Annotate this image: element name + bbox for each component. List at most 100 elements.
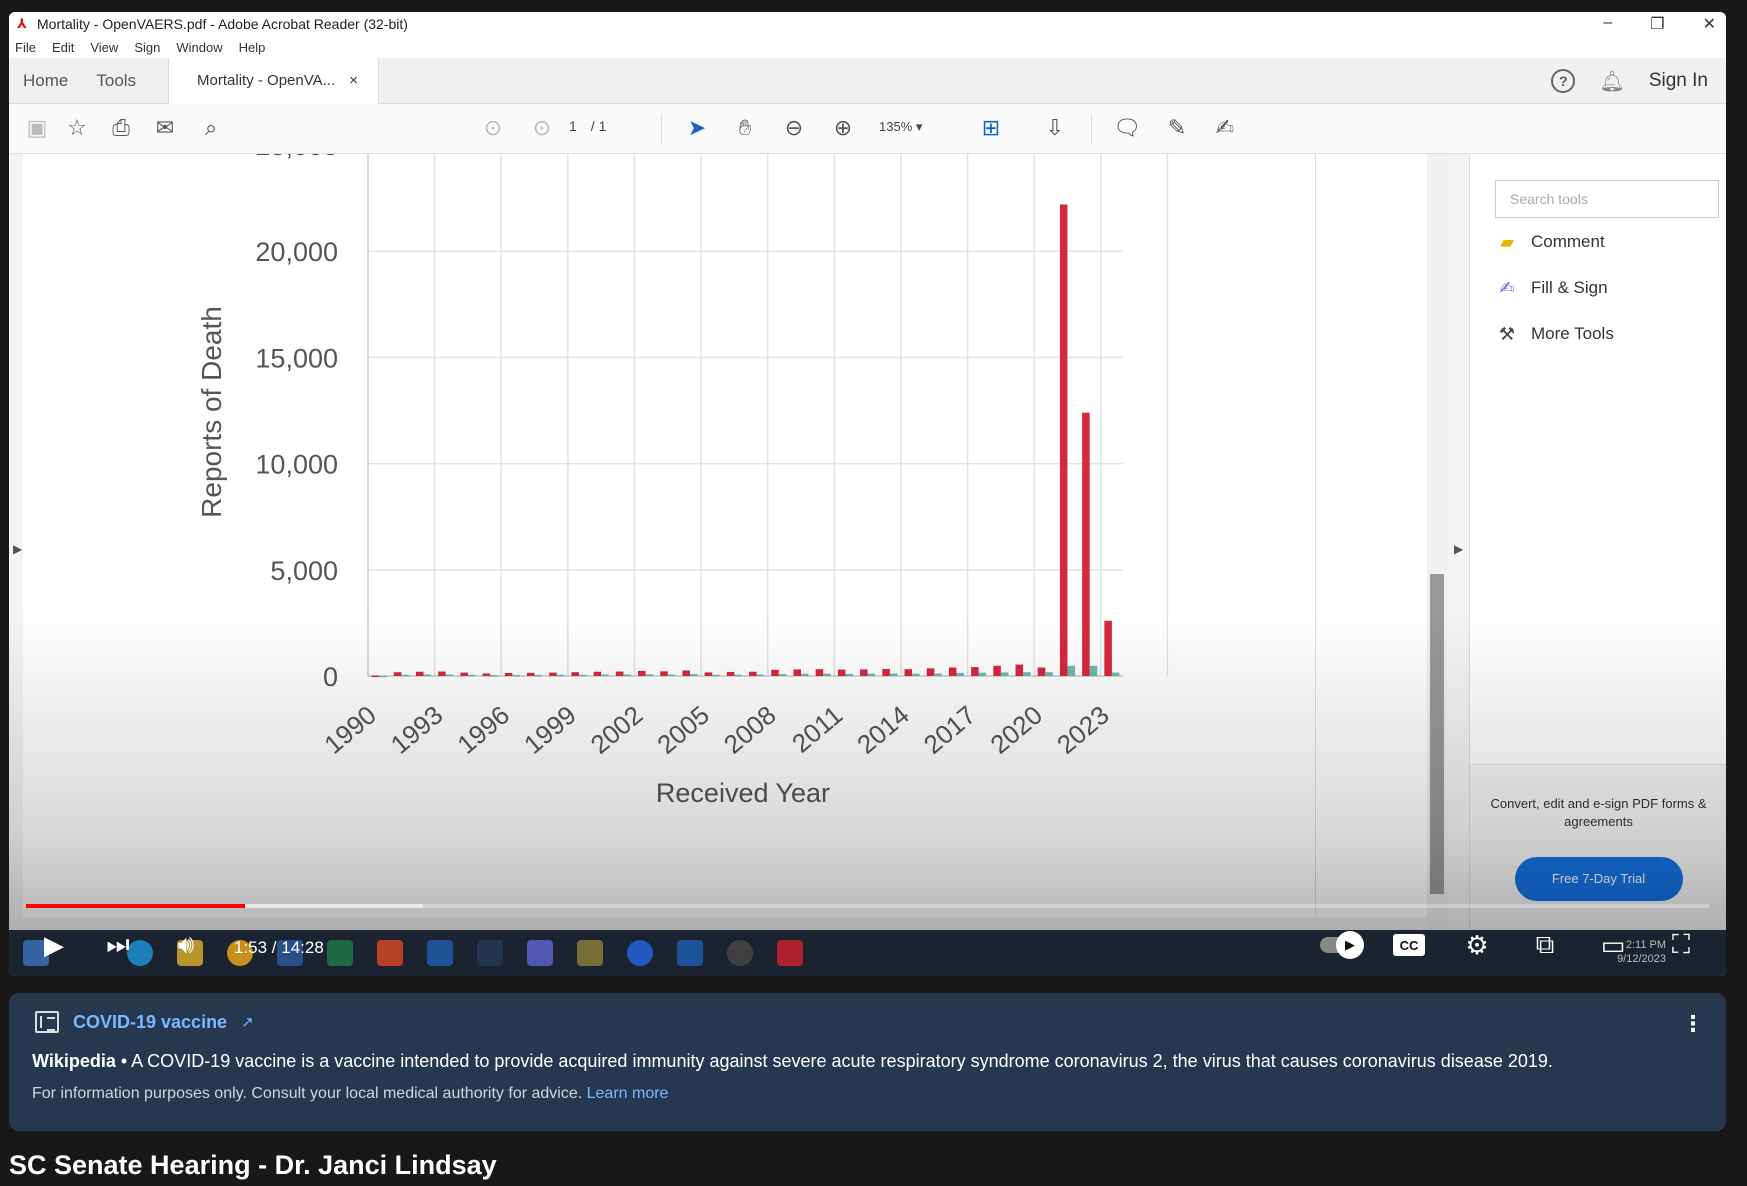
autoplay-toggle[interactable]: ▶ — [1315, 928, 1365, 962]
menu-sign[interactable]: Sign — [134, 40, 160, 55]
restore-icon[interactable]: ❐ — [1650, 14, 1664, 34]
tab-close-icon[interactable]: × — [349, 72, 358, 89]
tab-tools[interactable]: Tools — [82, 58, 150, 104]
bar-red — [837, 669, 846, 676]
menu-edit[interactable]: Edit — [52, 40, 74, 55]
left-panel-toggle-icon[interactable]: ▶ — [13, 542, 22, 556]
bar-teal — [1111, 672, 1120, 676]
captions-button[interactable]: CC — [1389, 928, 1429, 962]
bar-teal — [712, 674, 720, 677]
zoom-level-value: 135% — [879, 119, 913, 134]
right-panel-toggle-icon[interactable]: ▶ — [1454, 542, 1463, 556]
learn-more-link[interactable]: Learn more — [587, 1085, 669, 1102]
toolbar-divider — [1091, 114, 1092, 144]
tab-home[interactable]: Home — [9, 58, 82, 104]
select-cursor-icon[interactable]: ➤ — [681, 112, 713, 144]
next-page-icon[interactable]: ⊙ — [526, 112, 558, 144]
info-summary-text: • A COVID-19 vaccine is a vaccine intend… — [115, 1051, 1553, 1071]
page-number-input[interactable]: 1 — [569, 118, 577, 134]
cc-icon: CC — [1393, 934, 1425, 956]
miniplayer-icon[interactable]: ⧉ — [1525, 928, 1565, 962]
bell-icon[interactable]: 🔔︎ — [1599, 69, 1624, 94]
help-icon[interactable]: ? — [1551, 69, 1576, 93]
bar-red — [1037, 667, 1046, 676]
sign-icon[interactable]: ✍︎ — [1209, 112, 1241, 144]
bookmark-star-icon[interactable]: ☆ — [61, 112, 93, 144]
bar-red — [371, 675, 380, 678]
sign-in-button[interactable]: Sign In — [1649, 70, 1708, 92]
bar-teal — [601, 674, 609, 677]
find-icon[interactable]: ⌕ — [195, 112, 227, 144]
bar-teal — [490, 675, 498, 677]
bar-teal — [1045, 672, 1053, 676]
acrobat-titlebar: ⅄ Mortality - OpenVAERS.pdf - Adobe Acro… — [9, 12, 1726, 36]
external-link-icon[interactable]: ↗ — [241, 1013, 254, 1031]
y-tick-label: 20,000 — [255, 237, 338, 267]
bar-red — [860, 669, 868, 676]
bar-teal — [912, 673, 920, 676]
email-icon[interactable]: ✉ — [149, 112, 181, 144]
info-source: Wikipedia — [32, 1051, 116, 1071]
page-fit-icon[interactable]: ⊞ — [975, 112, 1007, 144]
scroll-mode-icon[interactable]: ⇩ — [1039, 112, 1071, 144]
bar-red — [749, 671, 757, 676]
play-icon[interactable]: ▶ — [37, 928, 71, 962]
tool-more-tools[interactable]: ⚒︎ More Tools — [1495, 322, 1614, 346]
zoom-level-select[interactable]: 135% ▾ — [879, 119, 922, 135]
bar-teal — [578, 674, 587, 677]
menu-file[interactable]: File — [15, 40, 36, 55]
tool-comment[interactable]: ▰ Comment — [1495, 230, 1605, 254]
bar-teal — [801, 673, 809, 676]
menu-window[interactable]: Window — [176, 40, 222, 55]
bar-teal — [756, 674, 765, 677]
bar-red — [926, 668, 935, 676]
tab-document[interactable]: Mortality - OpenVA... × — [168, 57, 379, 104]
bar-teal — [645, 674, 654, 676]
minimize-icon[interactable]: – — [1603, 14, 1612, 34]
bar-red — [460, 672, 468, 676]
menu-help[interactable]: Help — [239, 40, 266, 55]
free-trial-button[interactable]: Free 7-Day Trial — [1514, 857, 1683, 901]
video-player[interactable]: ⅄ Mortality - OpenVAERS.pdf - Adobe Acro… — [9, 12, 1726, 976]
bar-red — [1059, 204, 1068, 677]
close-icon[interactable]: ✕ — [1703, 14, 1716, 34]
tool-fill-sign[interactable]: ✍︎ Fill & Sign — [1495, 276, 1607, 300]
bar-red — [971, 667, 979, 676]
video-progress-bar[interactable] — [26, 904, 1709, 908]
scrollbar-thumb[interactable] — [1430, 574, 1444, 894]
prev-page-icon[interactable]: ⊙ — [477, 112, 509, 144]
more-options-icon[interactable]: ⋮ — [1682, 1011, 1704, 1037]
video-title: SC Senate Hearing - Dr. Janci Lindsay — [9, 1150, 497, 1180]
info-panel: COVID-19 vaccine ↗ ⋮ Wikipedia • A COVID… — [9, 993, 1726, 1131]
bar-teal — [467, 674, 476, 677]
fullscreen-icon[interactable]: ⛶ — [1661, 928, 1701, 962]
print-icon[interactable]: ⎙ — [105, 112, 137, 144]
save-icon[interactable]: ▣ — [21, 112, 53, 144]
fill-sign-icon: ✍︎ — [1499, 277, 1515, 298]
bar-red — [682, 670, 690, 676]
topic-link[interactable]: COVID-19 vaccine — [73, 1012, 227, 1033]
zoom-out-icon[interactable]: ⊖ — [778, 112, 810, 144]
document-view[interactable]: 05,00010,00015,00020,00025,0001990199319… — [23, 154, 1441, 917]
more-tools-icon: ⚒︎ — [1498, 323, 1516, 344]
settings-gear-icon[interactable]: ⚙ — [1457, 928, 1497, 962]
highlight-pen-icon[interactable]: ✎ — [1161, 112, 1193, 144]
bar-red — [504, 673, 513, 676]
search-tools-input[interactable]: Search tools — [1495, 180, 1719, 218]
bar-teal — [778, 674, 787, 676]
menu-bar: File Edit View Sign Window Help — [9, 36, 1726, 58]
bar-red — [726, 671, 735, 676]
document-scrollbar[interactable] — [1427, 154, 1447, 930]
bar-red — [638, 670, 646, 676]
menu-view[interactable]: View — [90, 40, 118, 55]
zoom-in-icon[interactable]: ⊕ — [827, 112, 859, 144]
bar-teal — [823, 673, 831, 676]
bar-red — [415, 671, 424, 676]
tool-comment-label: Comment — [1531, 232, 1605, 251]
volume-icon[interactable]: 🔊︎ — [169, 928, 203, 962]
comment-icon[interactable]: 🗨︎ — [1111, 112, 1143, 144]
theater-mode-icon[interactable]: ▭ — [1593, 928, 1633, 962]
tools-pane: Search tools ▰ Comment ✍︎ Fill & Sign ⚒︎… — [1469, 154, 1726, 930]
next-video-icon[interactable]: ⏭︎ — [101, 928, 135, 962]
hand-tool-icon[interactable]: ✋︎ — [729, 112, 761, 144]
